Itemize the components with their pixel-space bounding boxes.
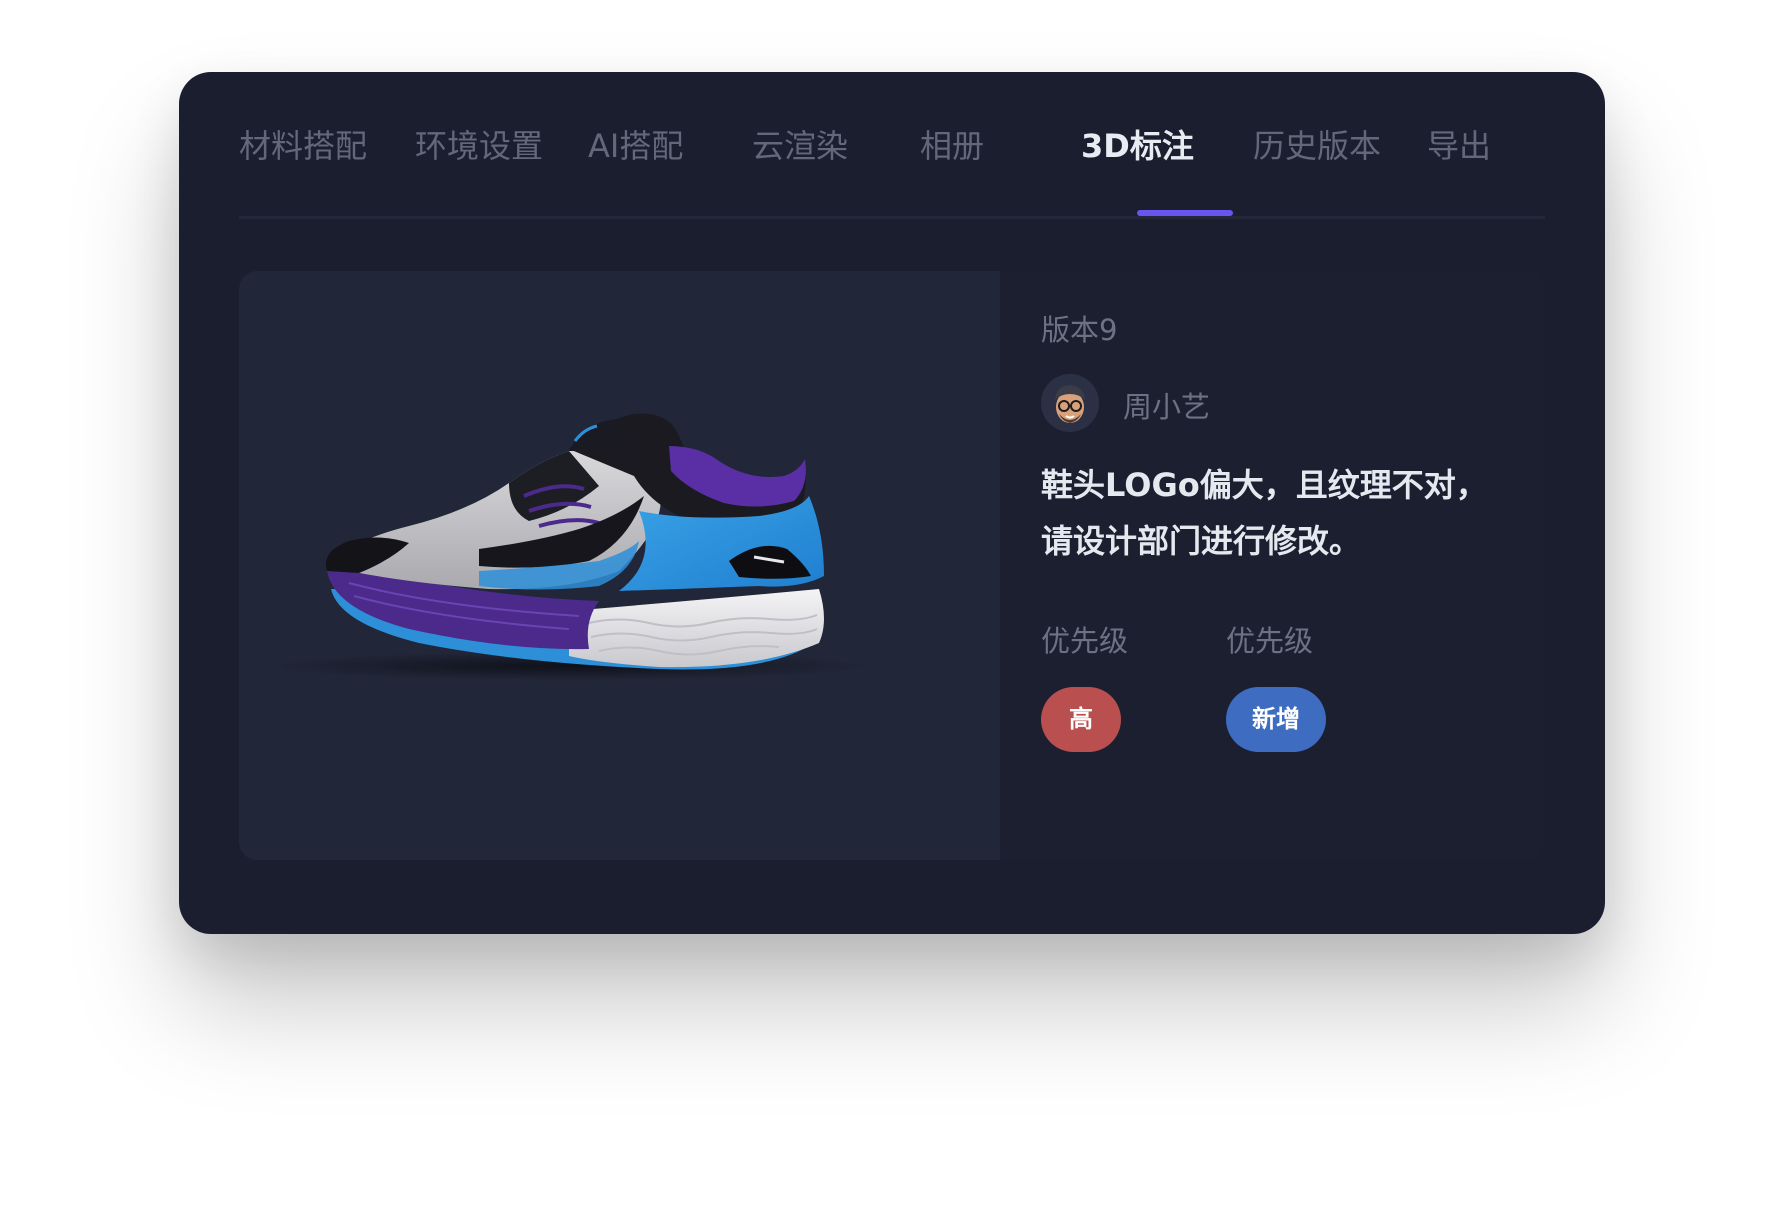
status-badge-new[interactable]: 新增	[1226, 687, 1326, 752]
tab-album[interactable]: 相册	[920, 124, 984, 168]
priority-badge-high[interactable]: 高	[1041, 687, 1121, 752]
tab-environment[interactable]: 环境设置	[415, 124, 543, 168]
status-label: 优先级	[1226, 624, 1314, 658]
avatar	[1041, 374, 1099, 432]
annotation-card: 版本9 周小艺 鞋头LOGo偏大，且纹理不对， 请设计部门进行修改。 优先级 优…	[239, 271, 1545, 860]
tab-bar: 材料搭配 环境设置 AI搭配 云渲染 相册 3D标注 历史版本 导出	[239, 72, 1545, 219]
author-name: 周小艺	[1123, 390, 1211, 424]
comment-line-1: 鞋头LOGo偏大，且纹理不对，	[1041, 466, 1488, 504]
tab-ai-matching[interactable]: AI搭配	[588, 124, 683, 168]
version-label: 版本9	[1041, 313, 1118, 347]
tab-history[interactable]: 历史版本	[1253, 124, 1381, 168]
running-shoe-model[interactable]	[239, 271, 1000, 860]
annotation-details: 版本9 周小艺 鞋头LOGo偏大，且纹理不对， 请设计部门进行修改。 优先级 优…	[1000, 271, 1545, 860]
memoji-avatar-icon	[1041, 374, 1099, 432]
priority-label: 优先级	[1041, 624, 1129, 658]
comment-line-2: 请设计部门进行修改。	[1041, 522, 1362, 560]
tab-3d-annotation[interactable]: 3D标注	[1081, 124, 1194, 168]
tab-materials[interactable]: 材料搭配	[239, 124, 367, 168]
app-window: 材料搭配 环境设置 AI搭配 云渲染 相册 3D标注 历史版本 导出 版本9 周…	[179, 72, 1605, 934]
active-tab-indicator	[1137, 210, 1233, 216]
tab-export[interactable]: 导出	[1427, 124, 1491, 168]
tab-cloud-render[interactable]: 云渲染	[752, 124, 848, 168]
model-viewer[interactable]	[239, 271, 1000, 860]
annotation-comment: 鞋头LOGo偏大，且纹理不对， 请设计部门进行修改。	[1041, 457, 1521, 569]
